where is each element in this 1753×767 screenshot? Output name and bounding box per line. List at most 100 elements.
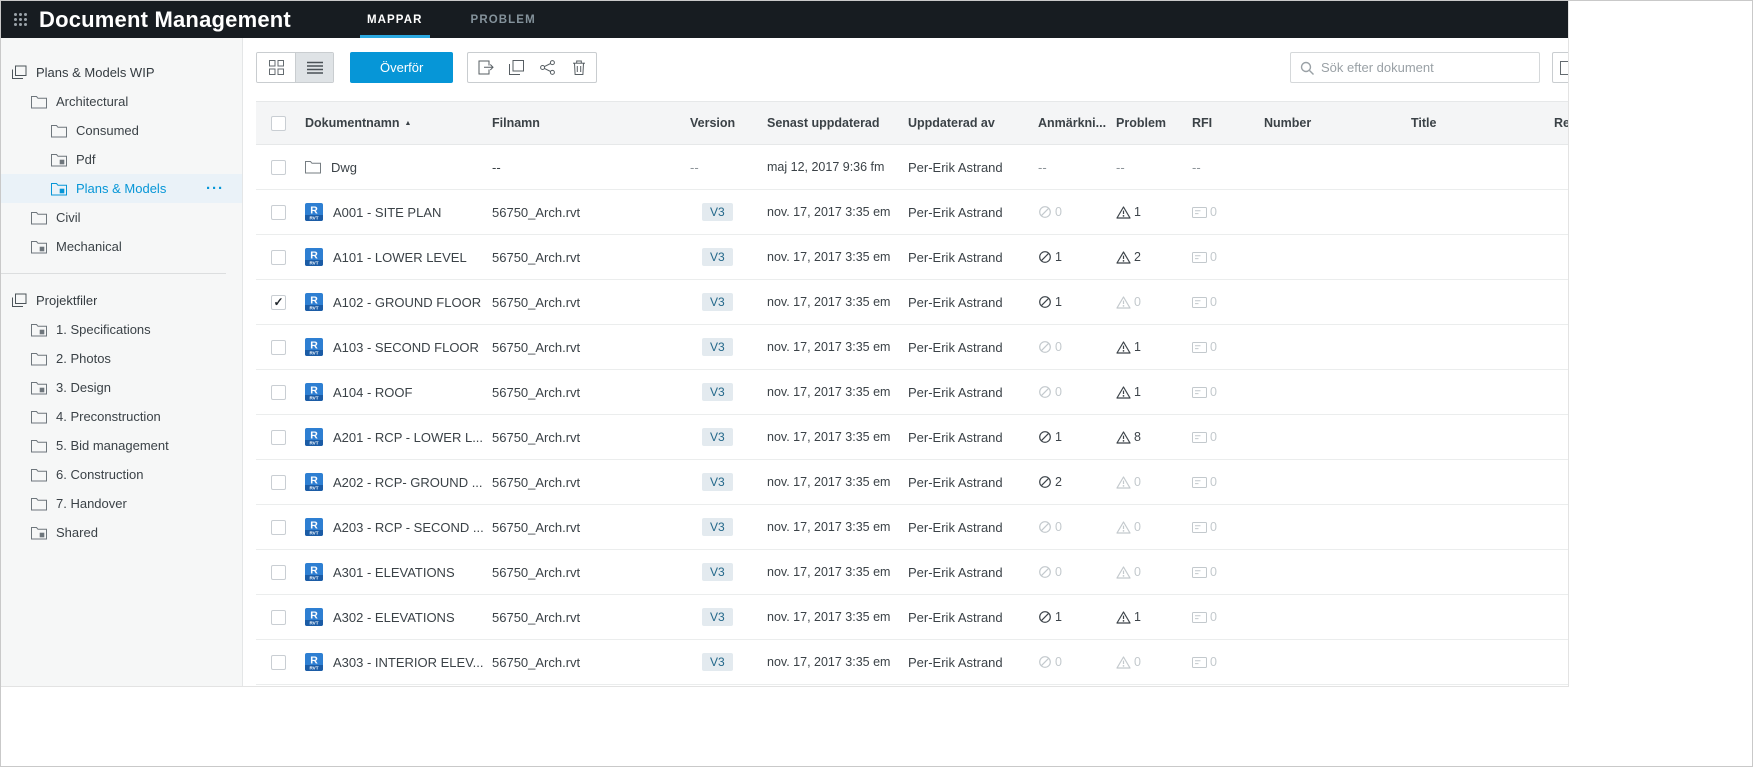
document-name[interactable]: A301 - ELEVATIONS	[333, 565, 455, 580]
version-badge[interactable]: V3	[702, 518, 733, 536]
rfi-count[interactable]: 0	[1192, 610, 1217, 624]
item-menu-button[interactable]: ···	[206, 181, 224, 196]
table-row[interactable]: R RVT A104 - ROOF 56750_Arch.rvt V3 nov. 17, …	[256, 370, 1568, 415]
tab-mappar[interactable]: MAPPAR	[343, 1, 447, 38]
table-row[interactable]: R RVT A303 - INTERIOR ELEV... 56750_Arch.rv…	[256, 640, 1568, 685]
document-name[interactable]: A201 - RCP - LOWER L...	[333, 430, 483, 445]
row-checkbox[interactable]	[271, 564, 286, 580]
document-name[interactable]: A103 - SECOND FLOOR	[333, 340, 479, 355]
issue-count[interactable]: 8	[1116, 430, 1141, 444]
version-badge[interactable]: V3	[702, 653, 733, 671]
row-checkbox[interactable]	[271, 474, 286, 490]
version-badge[interactable]: V3	[702, 383, 733, 401]
sidebar-item[interactable]: 1. Specifications	[1, 315, 242, 344]
version-badge[interactable]: V3	[702, 293, 733, 311]
sidebar-item[interactable]: Architectural	[1, 87, 242, 116]
document-name[interactable]: A302 - ELEVATIONS	[333, 610, 455, 625]
row-checkbox[interactable]	[271, 609, 286, 625]
copy-button[interactable]	[501, 53, 532, 82]
markup-count[interactable]: 0	[1038, 520, 1062, 534]
upload-button[interactable]: Överför	[350, 52, 454, 83]
column-header[interactable]: Dokumentnamn ▲	[301, 102, 488, 144]
column-header[interactable]: Problem	[1112, 102, 1188, 144]
issue-count[interactable]: 1	[1116, 385, 1141, 399]
rfi-count[interactable]: 0	[1192, 250, 1217, 264]
markup-count[interactable]: 0	[1038, 565, 1062, 579]
document-name[interactable]: A102 - GROUND FLOOR	[333, 295, 481, 310]
panel-toggle-button[interactable]	[1552, 52, 1568, 83]
version-badge[interactable]: V3	[702, 563, 733, 581]
document-name[interactable]: A202 - RCP- GROUND ...	[333, 475, 483, 490]
column-header[interactable]: Filnamn	[488, 102, 686, 144]
rfi-count[interactable]: 0	[1192, 430, 1217, 444]
grid-view-button[interactable]	[257, 53, 295, 82]
table-row[interactable]: R RVT A302 - ELEVATIONS 56750_Arch.rvt V3 nov…	[256, 595, 1568, 640]
sidebar-item[interactable]: Civil	[1, 203, 242, 232]
column-header[interactable]: Uppdaterad av	[904, 102, 1034, 144]
search-input[interactable]	[1321, 60, 1530, 75]
table-row[interactable]: R RVT A201 - RCP - LOWER L... 56750_Arch.rv…	[256, 415, 1568, 460]
sidebar-item[interactable]: Plans & Models ···	[1, 174, 242, 203]
markup-count[interactable]: 2	[1038, 475, 1062, 489]
export-button[interactable]	[470, 53, 501, 82]
rfi-count[interactable]: 0	[1192, 520, 1217, 534]
document-name[interactable]: A001 - SITE PLAN	[333, 205, 441, 220]
column-header[interactable]: Anmärkni...	[1034, 102, 1112, 144]
version-badge[interactable]: V3	[702, 203, 733, 221]
document-name[interactable]: Dwg	[331, 160, 357, 175]
column-header[interactable]: Title	[1407, 102, 1550, 144]
markup-count[interactable]: 0	[1038, 205, 1062, 219]
row-checkbox[interactable]	[271, 294, 286, 310]
rfi-count[interactable]: 0	[1192, 205, 1217, 219]
issue-count[interactable]: 0	[1116, 295, 1141, 309]
rfi-count[interactable]: 0	[1192, 340, 1217, 354]
sidebar-item[interactable]: 5. Bid management	[1, 431, 242, 460]
table-row[interactable]: R RVT A203 - RCP - SECOND ... 56750_Arch.rv…	[256, 505, 1568, 550]
row-checkbox[interactable]	[271, 654, 286, 670]
sidebar-item[interactable]: Mechanical	[1, 232, 242, 261]
issue-count[interactable]: 2	[1116, 250, 1141, 264]
row-checkbox[interactable]	[271, 519, 286, 535]
table-row[interactable]: R RVT A301 - ELEVATIONS 56750_Arch.rvt V3 nov…	[256, 550, 1568, 595]
issue-count[interactable]: 0	[1116, 520, 1141, 534]
version-badge[interactable]: V3	[702, 608, 733, 626]
rfi-count[interactable]: 0	[1192, 385, 1217, 399]
list-view-button[interactable]	[295, 53, 333, 82]
table-row[interactable]: RRVT A102 - GROUND FLOOR 56750_Arch.rvt V3 n…	[256, 280, 1568, 325]
sidebar-item[interactable]: Projektfiler	[1, 286, 242, 315]
sidebar-item[interactable]: Shared	[1, 518, 242, 547]
rfi-count[interactable]: 0	[1192, 655, 1217, 669]
table-row[interactable]: R RVT A103 - SECOND FLOOR 56750_Arch.rvt V3 n…	[256, 325, 1568, 370]
issue-count[interactable]: 0	[1116, 475, 1141, 489]
sidebar-item[interactable]: Pdf	[1, 145, 242, 174]
version-badge[interactable]: V3	[702, 428, 733, 446]
delete-button[interactable]	[563, 53, 594, 82]
rfi-count[interactable]: 0	[1192, 475, 1217, 489]
markup-count[interactable]: 0	[1038, 655, 1062, 669]
sidebar-item[interactable]: Consumed	[1, 116, 242, 145]
document-name[interactable]: A104 - ROOF	[333, 385, 412, 400]
column-header[interactable]: Senast uppdaterad	[763, 102, 904, 144]
markup-count[interactable]: 1	[1038, 250, 1062, 264]
row-checkbox[interactable]	[271, 339, 286, 355]
sidebar-item[interactable]: 4. Preconstruction	[1, 402, 242, 431]
markup-count[interactable]: 1	[1038, 295, 1062, 309]
document-name[interactable]: A203 - RCP - SECOND ...	[333, 520, 484, 535]
row-checkbox[interactable]	[271, 384, 286, 400]
version-badge[interactable]: V3	[702, 338, 733, 356]
issue-count[interactable]: 1	[1116, 610, 1141, 624]
table-row[interactable]: R RVT A101 - LOWER LEVEL 56750_Arch.rvt V3 no…	[256, 235, 1568, 280]
select-all-checkbox[interactable]	[271, 115, 286, 131]
column-header[interactable]: Re	[1550, 102, 1568, 144]
row-checkbox[interactable]	[271, 429, 286, 445]
sidebar-item[interactable]: Plans & Models WIP	[1, 58, 242, 87]
markup-count[interactable]: 0	[1038, 340, 1062, 354]
issue-count[interactable]: 1	[1116, 340, 1141, 354]
issue-count[interactable]: 0	[1116, 655, 1141, 669]
row-checkbox[interactable]	[271, 249, 286, 265]
issue-count[interactable]: 1	[1116, 205, 1141, 219]
row-checkbox[interactable]	[271, 159, 286, 175]
tab-problem[interactable]: PROBLEM	[447, 1, 560, 38]
column-header[interactable]: Version	[686, 102, 763, 144]
column-header[interactable]: Number	[1260, 102, 1407, 144]
